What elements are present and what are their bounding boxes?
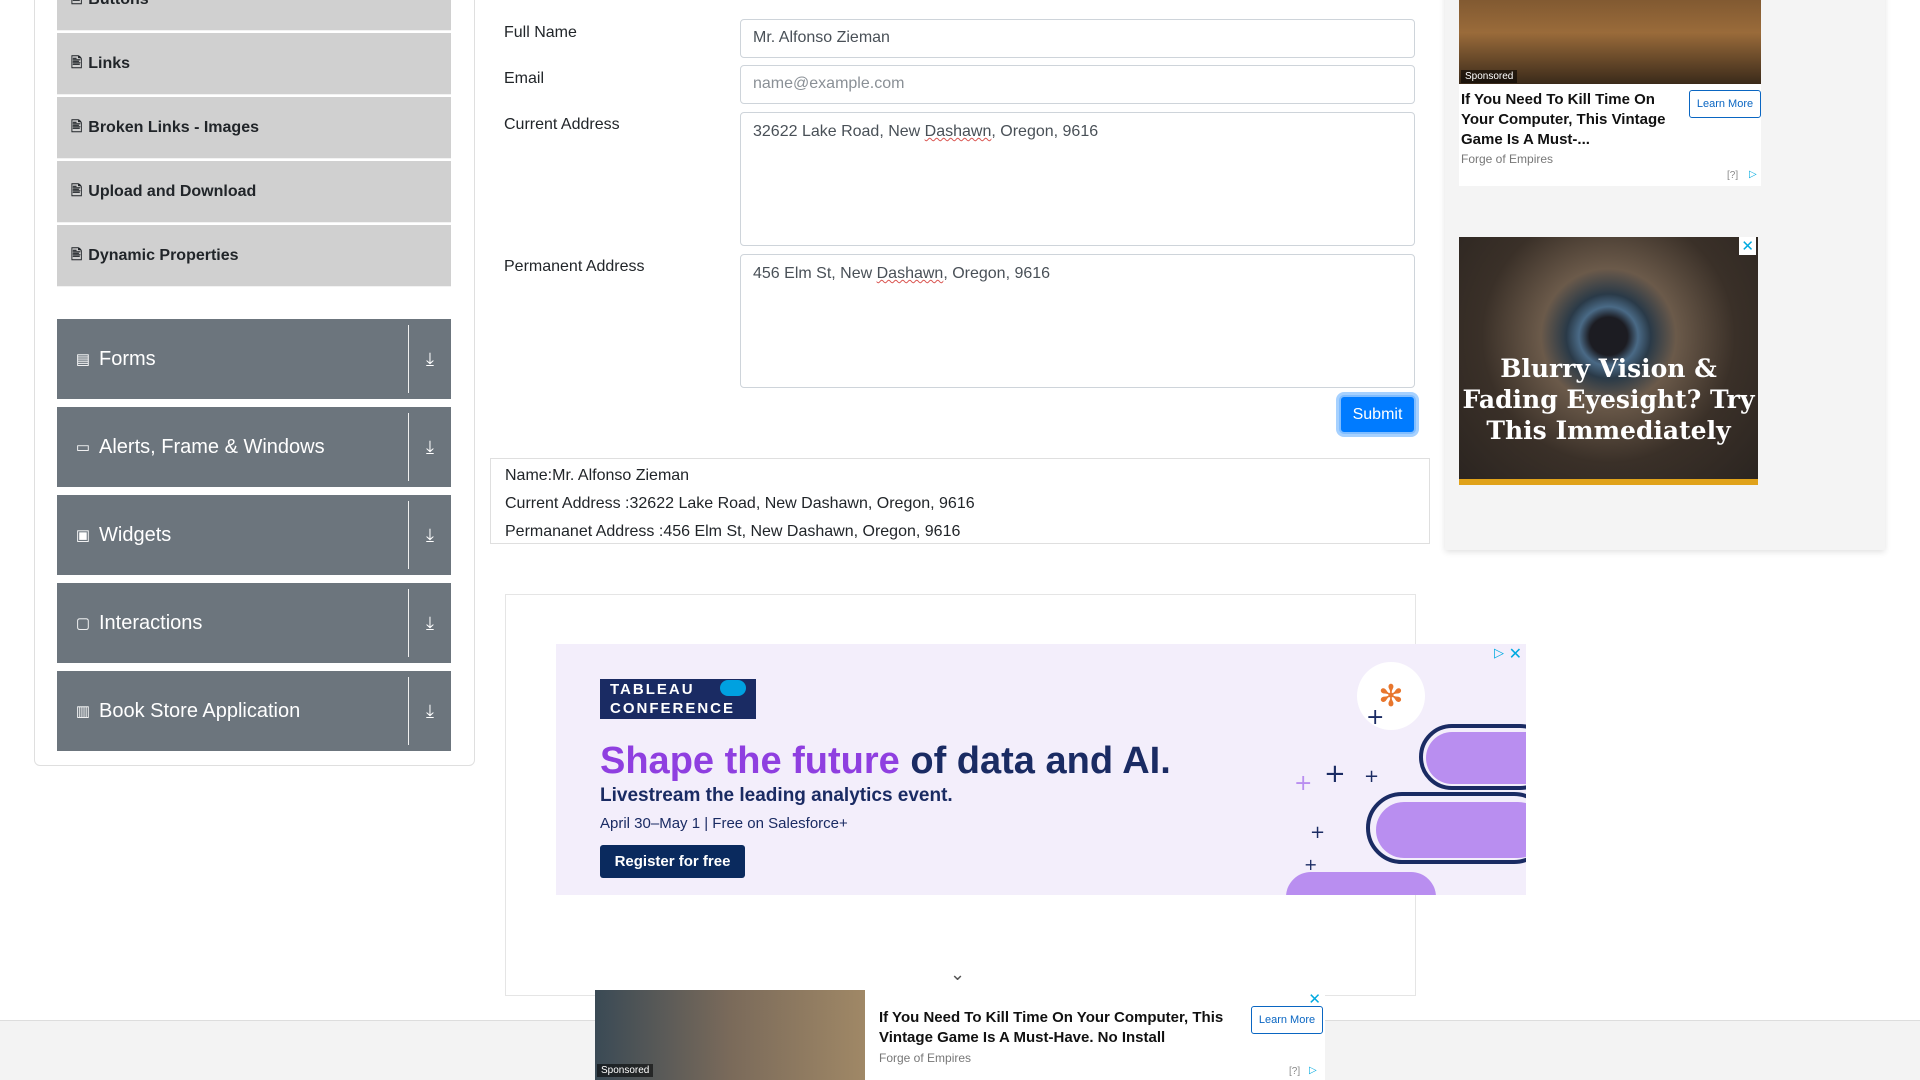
ad-accent-bar <box>1459 479 1758 485</box>
adchoices-icon[interactable]: ▷ <box>1309 1065 1317 1076</box>
document-icon: 🖹 <box>71 117 83 134</box>
sidebar-group-interactions[interactable]: ▢ Interactions ⤓ <box>57 583 451 663</box>
download-icon[interactable]: ⤓ <box>409 671 451 751</box>
sidebar-group-widgets[interactable]: ▣ Widgets ⤓ <box>57 495 451 575</box>
register-button[interactable]: Register for free <box>600 845 745 878</box>
close-icon[interactable]: ✕ <box>1509 644 1522 664</box>
sidebar-item-links[interactable]: 🖹 Links <box>57 33 451 95</box>
plus-icon: + <box>1294 771 1312 796</box>
shape <box>1426 732 1526 784</box>
sidebar-item-upload-download[interactable]: 🖹 Upload and Download <box>57 161 451 223</box>
adchoices-icon[interactable]: ▷ <box>1749 169 1757 180</box>
plus-icon: + <box>1366 705 1384 730</box>
download-icon[interactable]: ⤓ <box>409 583 451 663</box>
sidebar: 🖹 Buttons 🖹 Links 🖹 Broken Links - Image… <box>34 0 475 766</box>
ad-subheadline: Livestream the leading analytics event. <box>600 785 953 806</box>
submit-button[interactable]: Submit <box>1339 395 1416 434</box>
email-input[interactable]: name@example.com <box>740 65 1415 104</box>
sidebar-group-label: Widgets <box>99 523 172 546</box>
document-icon: 🖹 <box>71 245 83 262</box>
close-icon[interactable]: ✕ <box>1739 237 1756 255</box>
vision-ad[interactable]: Blurry Vision & Fading Eyesight? Try Thi… <box>1459 237 1758 485</box>
headline-highlight: Shape the future <box>600 740 900 782</box>
plus-icon: + <box>1310 822 1325 843</box>
adchoices-icon[interactable]: ▷ <box>1494 645 1504 661</box>
email-label: Email <box>504 70 545 87</box>
decorative-shapes: ✻ + + + + + + <box>1286 662 1526 895</box>
sidebar-item-label: Broken Links - Images <box>88 118 259 136</box>
misspelled-word: Dashawn <box>876 265 944 282</box>
plus-icon: + <box>1324 759 1346 789</box>
ad-title[interactable]: If You Need To Kill Time On Your Compute… <box>1461 90 1681 150</box>
full-name-label: Full Name <box>504 24 577 41</box>
sidebar-item-label: Links <box>88 54 131 72</box>
ad-date: April 30–May 1 | Free on Salesforce+ <box>600 815 848 832</box>
plus-icon: + <box>1304 855 1317 874</box>
current-address-label: Current Address <box>504 116 620 133</box>
sidebar-group-label: Book Store Application <box>99 699 301 722</box>
output-box: Name:Mr. Alfonso Zieman Current Address … <box>490 458 1430 544</box>
document-icon: 🖹 <box>71 0 82 12</box>
address-text: , Oregon, 9616 <box>943 265 1051 282</box>
download-icon[interactable]: ⤓ <box>409 495 451 575</box>
sidebar-group-label: Alerts, Frame & Windows <box>99 435 325 458</box>
shape <box>1376 802 1526 858</box>
sidebar-item-broken-links[interactable]: 🖹 Broken Links - Images <box>57 97 451 159</box>
sidebar-group-label: Interactions <box>99 611 203 634</box>
plus-icon: + <box>1364 766 1379 787</box>
learn-more-button[interactable]: Learn More <box>1251 1006 1323 1034</box>
address-text: 32622 Lake Road, New <box>753 123 925 140</box>
form-icon: ▤ <box>75 351 91 368</box>
sidebar-item-label: Upload and Download <box>88 182 257 200</box>
sidebar-item-dynamic-properties[interactable]: 🖹 Dynamic Properties <box>57 225 451 287</box>
ad-info[interactable]: [?] <box>1727 170 1738 181</box>
ad-source: Forge of Empires <box>879 1051 972 1065</box>
sidebar-item-buttons[interactable]: 🖹 Buttons <box>57 0 451 31</box>
widgets-icon: ▣ <box>75 527 91 544</box>
sponsored-badge: Sponsored <box>1461 70 1518 83</box>
headline-rest: of data and AI. <box>899 740 1171 782</box>
chevron-down-icon[interactable]: ⌄ <box>950 964 965 985</box>
sidebar-group-alerts[interactable]: ▭ Alerts, Frame & Windows ⤓ <box>57 407 451 487</box>
ad-info[interactable]: [?] <box>1289 1066 1300 1077</box>
books-icon: ▥ <box>75 703 91 720</box>
document-icon: 🖹 <box>71 53 83 70</box>
game-ad-card[interactable]: Sponsored If You Need To Kill Time On Yo… <box>1459 0 1761 186</box>
sidebar-item-label: Dynamic Properties <box>88 246 239 264</box>
output-name: Name:Mr. Alfonso Zieman <box>505 467 690 484</box>
ad-title[interactable]: If You Need To Kill Time On Your Compute… <box>879 1008 1239 1048</box>
sidebar-group-forms[interactable]: ▤ Forms ⤓ <box>57 319 451 399</box>
sidebar-item-label: Buttons <box>88 0 148 9</box>
sidebar-group-book-store[interactable]: ▥ Book Store Application ⤓ <box>57 671 451 751</box>
output-current-address: Current Address :32622 Lake Road, New Da… <box>505 495 975 512</box>
full-name-input[interactable]: Mr. Alfonso Zieman <box>740 19 1415 58</box>
close-icon[interactable]: ✕ <box>1308 990 1321 1008</box>
window-icon: ▭ <box>75 439 91 456</box>
sponsored-badge: Sponsored <box>597 1064 654 1077</box>
sidebar-group-label: Forms <box>99 347 156 370</box>
vision-ad-text: Blurry Vision & Fading Eyesight? Try Thi… <box>1462 354 1755 445</box>
output-permanent-address: Permananet Address :456 Elm St, New Dash… <box>505 523 961 540</box>
ad-source: Forge of Empires <box>1461 152 1554 166</box>
download-icon[interactable]: ⤓ <box>409 319 451 399</box>
logo-line: CONFERENCE <box>610 700 736 717</box>
permanent-address-textarea[interactable]: 456 Elm St, New Dashawn, Oregon, 9616 <box>740 254 1415 388</box>
permanent-address-label: Permanent Address <box>504 258 645 275</box>
right-ad-column: Sponsored If You Need To Kill Time On Yo… <box>1445 0 1885 550</box>
shape <box>1286 872 1436 895</box>
current-address-textarea[interactable]: 32622 Lake Road, New Dashawn, Oregon, 96… <box>740 112 1415 246</box>
address-text: , Oregon, 9616 <box>991 123 1099 140</box>
interactions-icon: ▢ <box>75 615 91 632</box>
bottom-game-ad[interactable]: Sponsored If You Need To Kill Time On Yo… <box>595 990 1325 1080</box>
learn-more-button[interactable]: Learn More <box>1689 90 1761 118</box>
document-icon: 🖹 <box>71 181 83 198</box>
ad-headline: Shape the future of data and AI. <box>600 740 1171 783</box>
download-icon[interactable]: ⤓ <box>409 407 451 487</box>
tableau-ad[interactable]: TABLEAU CONFERENCE Shape the future of d… <box>556 644 1526 895</box>
misspelled-word: Dashawn <box>924 123 992 140</box>
salesforce-cloud-icon <box>720 680 746 696</box>
address-text: 456 Elm St, New <box>753 265 877 282</box>
